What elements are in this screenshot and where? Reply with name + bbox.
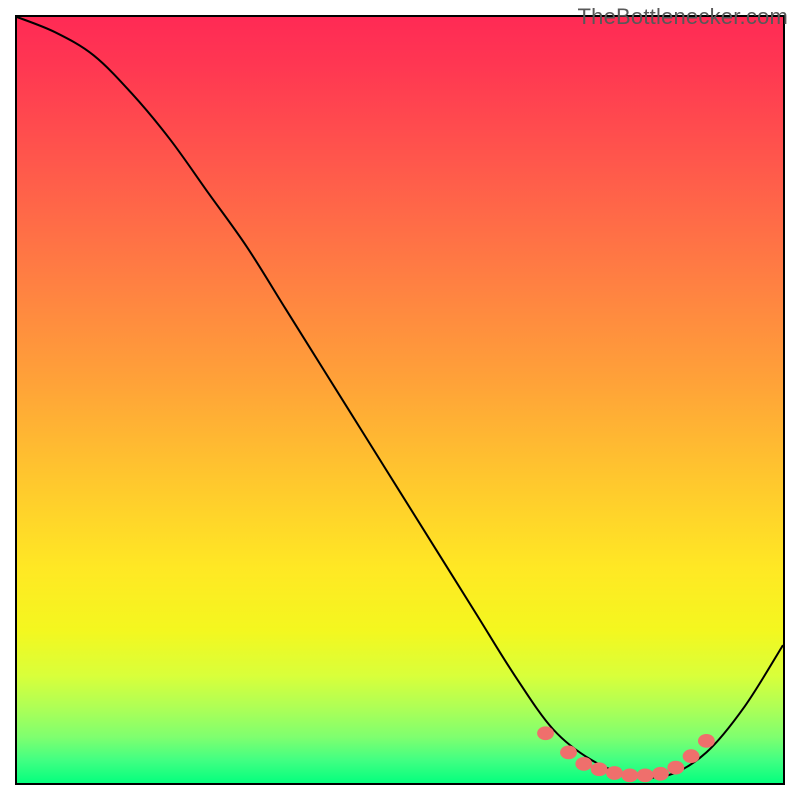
highlight-marker [652, 767, 669, 781]
highlight-marker [606, 766, 623, 780]
highlight-marker [537, 726, 554, 740]
bottleneck-curve [17, 17, 783, 778]
watermark-text: TheBottlenecker.com [578, 4, 788, 30]
highlight-markers [537, 726, 715, 782]
highlight-marker [698, 734, 715, 748]
highlight-marker [683, 749, 700, 763]
chart-container: TheBottlenecker.com [0, 0, 800, 800]
highlight-marker [591, 762, 608, 776]
plot-area [15, 15, 785, 785]
highlight-marker [637, 768, 654, 782]
highlight-marker [575, 757, 592, 771]
highlight-marker [621, 768, 638, 782]
highlight-marker [560, 745, 577, 759]
highlight-marker [667, 761, 684, 775]
chart-svg [17, 17, 783, 783]
